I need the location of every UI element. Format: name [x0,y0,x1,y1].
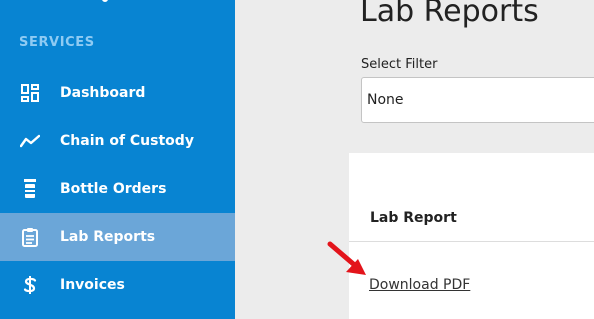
clipboard-icon [20,227,40,247]
sidebar-item-label: Bottle Orders [60,181,167,197]
sidebar-item-lab-reports[interactable]: Lab Reports [0,213,235,261]
lab-reports-table-card: Lab Report Download PDF [349,153,594,319]
sidebar-cropped-item [30,0,110,4]
sidebar-item-invoices[interactable]: Invoices [0,261,235,309]
download-pdf-link[interactable]: Download PDF [369,277,470,293]
filter-select-value: None [367,92,404,108]
bottle-icon [20,179,40,199]
sidebar-item-label: Lab Reports [60,229,156,245]
filter-label: Select Filter [361,57,438,72]
trend-line-icon [20,131,40,151]
main-content: Lab Reports Select Filter None Lab Repor… [235,0,594,319]
sidebar: SERVICES Dashboard Chain of Custody Bott… [0,0,235,319]
sidebar-item-label: Invoices [60,277,125,293]
annotation-arrow-icon [327,241,366,275]
app-window: SERVICES Dashboard Chain of Custody Bott… [0,0,594,319]
sidebar-item-dashboard[interactable]: Dashboard [0,69,235,117]
sidebar-item-chain-of-custody[interactable]: Chain of Custody [0,117,235,165]
sidebar-section-label: SERVICES [19,35,95,50]
filter-select[interactable]: None [361,77,594,123]
sidebar-item-bottle-orders[interactable]: Bottle Orders [0,165,235,213]
dashboard-icon [20,83,40,103]
row-divider [349,241,594,242]
sidebar-item-label: Chain of Custody [60,133,194,149]
page-title: Lab Reports [360,0,539,29]
column-header-lab-report: Lab Report [370,210,457,226]
sidebar-item-label: Dashboard [60,85,146,101]
dollar-icon [20,275,40,295]
